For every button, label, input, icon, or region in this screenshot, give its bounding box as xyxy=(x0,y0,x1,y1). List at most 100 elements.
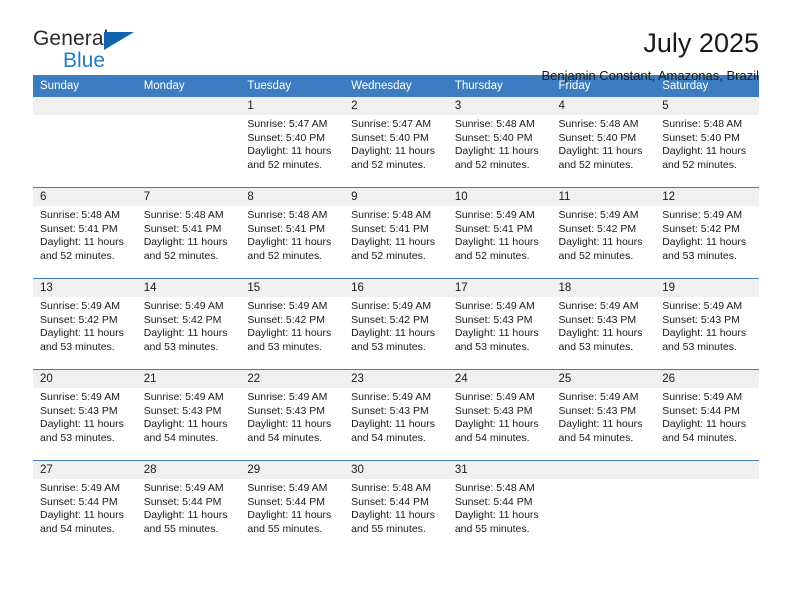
day-detail-line: Sunset: 5:43 PM xyxy=(351,404,429,417)
day-detail-line: and 52 minutes. xyxy=(558,249,634,262)
general-blue-logo[interactable]: General Blue xyxy=(33,27,163,79)
calendar-day-cell[interactable]: 27 Sunrise: 5:49 AM Sunset: 5:44 PM Dayligh… xyxy=(33,460,137,551)
day-detail-line: Sunset: 5:42 PM xyxy=(40,313,118,326)
day-number: 18 xyxy=(558,282,572,294)
day-sun-details: Sunrise: 5:49 AM Sunset: 5:43 PM Daylight:… xyxy=(240,388,344,445)
title-block: July 2025 Benjamin Constant, Amazonas, B… xyxy=(542,27,760,85)
calendar-day-cell[interactable]: 9 Sunrise: 5:48 AM Sunset: 5:41 PM Daylight… xyxy=(344,187,448,279)
calendar-day-cell[interactable]: 3 Sunrise: 5:48 AM Sunset: 5:40 PM Daylight… xyxy=(447,97,552,188)
calendar-day-cell[interactable]: 15 Sunrise: 5:49 AM Sunset: 5:42 PM Dayligh… xyxy=(240,278,345,370)
calendar-day-cell[interactable]: 19 Sunrise: 5:49 AM Sunset: 5:43 PM Dayligh… xyxy=(655,278,759,370)
day-sun-details: Sunrise: 5:48 AM Sunset: 5:40 PM Daylight:… xyxy=(448,115,552,172)
day-detail-line: and 54 minutes. xyxy=(351,431,426,444)
day-detail-line: Daylight: 11 hours xyxy=(662,418,747,431)
calendar-day-cell[interactable]: 26 Sunrise: 5:49 AM Sunset: 5:44 PM Dayligh… xyxy=(655,369,759,461)
calendar-day-cell[interactable]: 16 Sunrise: 5:49 AM Sunset: 5:42 PM Dayligh… xyxy=(344,278,448,370)
day-sun-details: Sunrise: 5:48 AM Sunset: 5:40 PM Daylight:… xyxy=(552,115,656,172)
day-number: 6 xyxy=(40,191,47,203)
day-detail-line: Sunset: 5:41 PM xyxy=(454,222,533,235)
calendar-day-cell[interactable]: 7 Sunrise: 5:48 AM Sunset: 5:41 PM Daylight… xyxy=(136,187,241,279)
weekday-header-tuesday: Tuesday xyxy=(240,75,345,97)
day-detail-line: Sunset: 5:43 PM xyxy=(558,313,637,326)
calendar-day-cell[interactable]: 12 Sunrise: 5:49 AM Sunset: 5:42 PM Dayligh… xyxy=(655,187,759,279)
day-number: 19 xyxy=(662,282,676,294)
day-number: 5 xyxy=(662,100,669,112)
day-sun-details: Sunrise: 5:49 AM Sunset: 5:43 PM Daylight:… xyxy=(552,388,656,445)
day-detail-line: Sunrise: 5:49 AM xyxy=(454,391,535,403)
day-sun-details: Sunrise: 5:49 AM Sunset: 5:43 PM Daylight:… xyxy=(552,297,656,354)
day-detail-line: Sunrise: 5:49 AM xyxy=(247,391,328,403)
day-number: 21 xyxy=(143,373,157,385)
day-detail-line: Sunset: 5:43 PM xyxy=(454,313,533,326)
day-detail-line: and 53 minutes. xyxy=(662,340,737,353)
day-detail-line: Sunset: 5:44 PM xyxy=(662,404,740,417)
calendar-day-cell[interactable]: 8 Sunrise: 5:48 AM Sunset: 5:41 PM Daylight… xyxy=(240,187,345,279)
calendar-page: General Blue July 2025 Benjamin Constant… xyxy=(0,0,792,612)
day-sun-details: Sunrise: 5:49 AM Sunset: 5:43 PM Daylight:… xyxy=(33,388,137,445)
calendar-day-cell[interactable]: 24 Sunrise: 5:49 AM Sunset: 5:43 PM Dayligh… xyxy=(447,369,552,461)
calendar-day-cell[interactable]: 20 Sunrise: 5:49 AM Sunset: 5:43 PM Dayligh… xyxy=(33,369,137,461)
day-cell-inner: 10 Sunrise: 5:49 AM Sunset: 5:41 PM Dayligh… xyxy=(447,188,552,278)
day-cell-inner: 13 Sunrise: 5:49 AM Sunset: 5:42 PM Dayligh… xyxy=(33,279,137,369)
calendar-day-cell[interactable]: 23 Sunrise: 5:49 AM Sunset: 5:43 PM Dayligh… xyxy=(344,369,448,461)
day-detail-line: and 54 minutes. xyxy=(662,431,737,444)
day-detail-line: Sunrise: 5:49 AM xyxy=(662,391,743,403)
day-sun-details: Sunrise: 5:48 AM Sunset: 5:41 PM Daylight:… xyxy=(33,206,137,263)
day-detail-line: Sunset: 5:42 PM xyxy=(662,222,740,235)
day-detail-line: Sunrise: 5:49 AM xyxy=(40,300,120,312)
day-number: 8 xyxy=(247,191,254,203)
day-detail-line: Sunrise: 5:49 AM xyxy=(662,300,743,312)
day-cell-inner: 27 Sunrise: 5:49 AM Sunset: 5:44 PM Dayligh… xyxy=(33,461,137,551)
calendar-day-cell[interactable]: 14 Sunrise: 5:49 AM Sunset: 5:42 PM Dayligh… xyxy=(136,278,241,370)
day-cell-inner xyxy=(136,97,241,187)
page-title: July 2025 xyxy=(643,28,759,58)
calendar-day-cell[interactable]: 29 Sunrise: 5:49 AM Sunset: 5:44 PM Dayligh… xyxy=(240,460,345,551)
calendar-week-row: 20 Sunrise: 5:49 AM Sunset: 5:43 PM Dayligh… xyxy=(33,369,759,461)
day-detail-line: Daylight: 11 hours xyxy=(40,327,124,340)
day-detail-line: Daylight: 11 hours xyxy=(247,418,332,431)
day-cell-inner: 8 Sunrise: 5:48 AM Sunset: 5:41 PM Daylight… xyxy=(240,188,345,278)
calendar-day-cell[interactable]: 21 Sunrise: 5:49 AM Sunset: 5:43 PM Dayligh… xyxy=(136,369,241,461)
day-number: 11 xyxy=(558,191,571,203)
calendar-day-cell[interactable]: 2 Sunrise: 5:47 AM Sunset: 5:40 PM Daylight… xyxy=(344,97,448,188)
day-detail-line: Daylight: 11 hours xyxy=(247,509,332,522)
calendar-day-cell[interactable]: 13 Sunrise: 5:49 AM Sunset: 5:42 PM Dayligh… xyxy=(33,278,137,370)
day-cell-inner: 15 Sunrise: 5:49 AM Sunset: 5:42 PM Dayligh… xyxy=(240,279,345,369)
day-detail-line: and 52 minutes. xyxy=(351,249,426,262)
calendar-day-cell[interactable]: 31 Sunrise: 5:48 AM Sunset: 5:44 PM Dayligh… xyxy=(447,460,552,551)
day-detail-line: Sunset: 5:40 PM xyxy=(247,131,326,144)
calendar-day-cell[interactable]: 28 Sunrise: 5:49 AM Sunset: 5:44 PM Dayligh… xyxy=(136,460,241,551)
day-number: 16 xyxy=(351,282,364,294)
day-detail-line: Daylight: 11 hours xyxy=(454,236,539,249)
calendar-day-cell-empty xyxy=(551,460,656,551)
day-detail-line: Sunrise: 5:49 AM xyxy=(558,209,639,221)
calendar-day-cell[interactable]: 4 Sunrise: 5:48 AM Sunset: 5:40 PM Daylight… xyxy=(551,97,656,188)
day-cell-inner xyxy=(551,461,656,551)
calendar-week-row: 13 Sunrise: 5:49 AM Sunset: 5:42 PM Dayligh… xyxy=(33,278,759,370)
calendar-day-cell[interactable]: 6 Sunrise: 5:48 AM Sunset: 5:41 PM Daylight… xyxy=(33,187,137,279)
day-cell-inner xyxy=(655,461,759,551)
day-cell-inner: 29 Sunrise: 5:49 AM Sunset: 5:44 PM Dayligh… xyxy=(240,461,345,551)
calendar-day-cell[interactable]: 17 Sunrise: 5:49 AM Sunset: 5:43 PM Dayligh… xyxy=(447,278,552,370)
calendar-day-cell[interactable]: 22 Sunrise: 5:49 AM Sunset: 5:43 PM Dayligh… xyxy=(240,369,345,461)
calendar-day-cell[interactable]: 30 Sunrise: 5:48 AM Sunset: 5:44 PM Dayligh… xyxy=(344,460,448,551)
day-cell-inner: 5 Sunrise: 5:48 AM Sunset: 5:40 PM Daylight… xyxy=(655,97,759,187)
day-detail-line: Sunrise: 5:48 AM xyxy=(247,209,328,221)
day-detail-line: Sunset: 5:43 PM xyxy=(143,404,222,417)
calendar-day-cell[interactable]: 1 Sunrise: 5:47 AM Sunset: 5:40 PM Daylight… xyxy=(240,97,345,188)
day-number: 3 xyxy=(454,100,462,112)
calendar-day-cell[interactable]: 10 Sunrise: 5:49 AM Sunset: 5:41 PM Dayligh… xyxy=(447,187,552,279)
day-sun-details: Sunrise: 5:49 AM Sunset: 5:42 PM Daylight:… xyxy=(655,206,759,263)
day-detail-line: Daylight: 11 hours xyxy=(558,418,643,431)
day-detail-line: Daylight: 11 hours xyxy=(351,145,435,158)
calendar-day-cell[interactable]: 25 Sunrise: 5:49 AM Sunset: 5:43 PM Dayligh… xyxy=(551,369,656,461)
calendar-day-cell[interactable]: 5 Sunrise: 5:48 AM Sunset: 5:40 PM Daylight… xyxy=(655,97,759,188)
day-detail-line: Sunset: 5:40 PM xyxy=(662,131,740,144)
day-detail-line: Daylight: 11 hours xyxy=(454,327,539,340)
calendar-day-cell[interactable]: 11 Sunrise: 5:49 AM Sunset: 5:42 PM Dayligh… xyxy=(551,187,656,279)
day-detail-line: Sunrise: 5:49 AM xyxy=(558,300,639,312)
day-sun-details: Sunrise: 5:49 AM Sunset: 5:42 PM Daylight:… xyxy=(240,297,344,354)
calendar-day-cell[interactable]: 18 Sunrise: 5:49 AM Sunset: 5:43 PM Dayligh… xyxy=(551,278,656,370)
day-number: 4 xyxy=(558,100,565,112)
day-number: 27 xyxy=(40,464,53,476)
